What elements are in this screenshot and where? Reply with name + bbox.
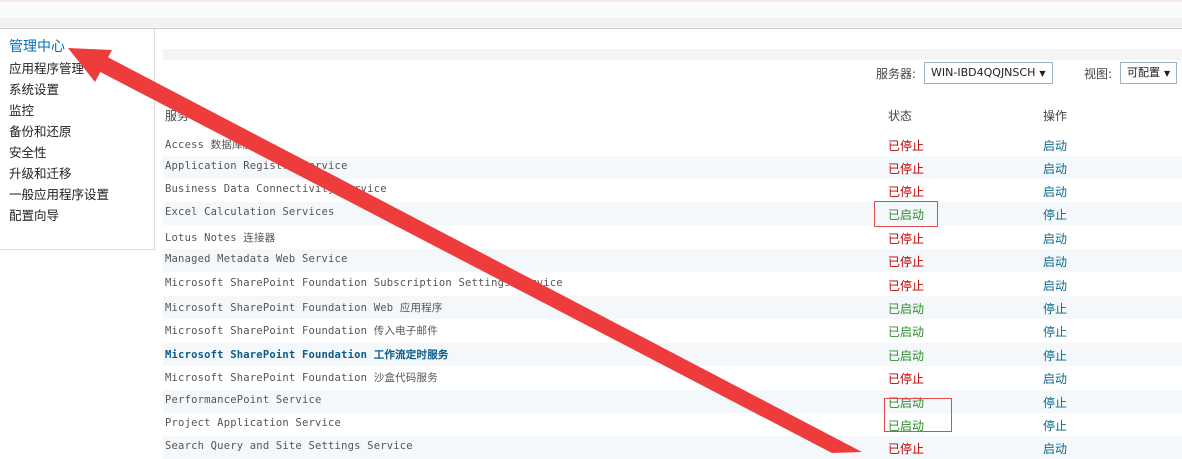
service-name: Microsoft SharePoint Foundation 沙盒代码服务 <box>165 372 438 384</box>
status-badge: 已启动 <box>888 325 925 339</box>
ribbon-band <box>0 18 1182 27</box>
status-badge: 已停止 <box>888 279 925 293</box>
top-bar <box>0 0 1182 29</box>
column-header-service: 服务 <box>165 109 190 123</box>
table-row: PerformancePoint Service 已启动 停止 <box>163 390 1182 413</box>
action-link[interactable]: 停止 <box>1043 323 1067 340</box>
top-accent-line <box>0 0 1182 2</box>
table-row: Managed Metadata Web Service 已停止 启动 <box>163 249 1182 272</box>
main-content: 服务器: WIN-IBD4QQJNSCH ▼ 视图: 可配置 ▼ 服务 状态 操作 … <box>155 29 1182 459</box>
nav-item-security[interactable]: 安全性 <box>9 142 109 163</box>
annotation-highlight-box <box>874 201 938 227</box>
action-link[interactable]: 启动 <box>1043 370 1067 387</box>
status-badge: 已停止 <box>888 255 925 269</box>
status-badge: 已停止 <box>888 139 925 153</box>
table-row: Lotus Notes 连接器 已停止 启动 <box>163 226 1182 249</box>
action-link[interactable]: 启动 <box>1043 277 1067 294</box>
service-name: Microsoft SharePoint Foundation 传入电子邮件 <box>165 325 438 337</box>
nav-item-upgrade-migration[interactable]: 升级和迁移 <box>9 163 109 184</box>
service-name: Search Query and Site Settings Service <box>165 440 413 452</box>
nav-item-application-management[interactable]: 应用程序管理 <box>9 58 109 79</box>
table-row: Microsoft SharePoint Foundation 沙盒代码服务 已… <box>163 366 1182 389</box>
action-link[interactable]: 启动 <box>1043 440 1067 457</box>
server-filter: 服务器: WIN-IBD4QQJNSCH ▼ <box>876 62 1053 84</box>
view-dropdown[interactable]: 可配置 ▼ <box>1120 62 1178 84</box>
status-badge: 已启动 <box>888 302 925 316</box>
view-filter: 视图: 可配置 ▼ <box>1084 62 1178 84</box>
service-name-link[interactable]: Microsoft SharePoint Foundation 工作流定时服务 <box>165 347 449 362</box>
service-name: Project Application Service <box>165 417 342 429</box>
action-link[interactable]: 停止 <box>1043 206 1067 223</box>
table-row: Search Query and Site Settings Service 已… <box>163 436 1182 459</box>
table-row: Excel Calculation Services 已启动 停止 <box>163 202 1182 225</box>
status-badge: 已停止 <box>888 162 925 176</box>
table-row: Application Registry Service 已停止 启动 <box>163 156 1182 179</box>
server-dropdown-value: WIN-IBD4QQJNSCH <box>931 66 1036 79</box>
action-link[interactable]: 启动 <box>1043 253 1067 270</box>
status-badge: 已停止 <box>888 185 925 199</box>
service-name: Access 数据库服务 <box>165 139 265 151</box>
table-row: Microsoft SharePoint Foundation 工作流定时服务 … <box>163 343 1182 366</box>
status-badge: 已停止 <box>888 372 925 386</box>
action-link[interactable]: 停止 <box>1043 347 1067 364</box>
chevron-down-icon: ▼ <box>1164 69 1171 78</box>
status-badge: 已启动 <box>888 349 925 363</box>
action-link[interactable]: 启动 <box>1043 137 1067 154</box>
service-name: Microsoft SharePoint Foundation Subscrip… <box>165 277 563 289</box>
table-row: Microsoft SharePoint Foundation Subscrip… <box>163 273 1182 296</box>
service-name: Business Data Connectivity Service <box>165 183 387 195</box>
nav-title-central-admin[interactable]: 管理中心 <box>9 36 65 56</box>
column-header-action: 操作 <box>1043 109 1068 123</box>
action-link[interactable]: 启动 <box>1043 160 1067 177</box>
action-link[interactable]: 启动 <box>1043 230 1067 247</box>
nav-item-system-settings[interactable]: 系统设置 <box>9 79 109 100</box>
table-row: Access 数据库服务 已停止 启动 <box>163 133 1182 156</box>
content-header-stripe <box>163 49 1182 60</box>
left-navigation: 管理中心 应用程序管理 系统设置 监控 备份和还原 安全性 升级和迁移 一般应用… <box>0 29 155 250</box>
column-header-status: 状态 <box>888 109 913 123</box>
nav-item-general-app-settings[interactable]: 一般应用程序设置 <box>9 184 109 205</box>
service-name: Application Registry Service <box>165 160 348 172</box>
action-link[interactable]: 启动 <box>1043 183 1067 200</box>
table-row: Business Data Connectivity Service 已停止 启… <box>163 179 1182 202</box>
service-name: Excel Calculation Services <box>165 206 335 218</box>
chevron-down-icon: ▼ <box>1039 69 1046 78</box>
view-label: 视图: <box>1084 66 1113 81</box>
nav-item-monitoring[interactable]: 监控 <box>9 100 109 121</box>
table-row: Project Application Service 已启动 停止 <box>163 413 1182 436</box>
service-name: Lotus Notes 连接器 <box>165 232 276 244</box>
nav-item-configuration-wizards[interactable]: 配置向导 <box>9 205 109 226</box>
annotation-highlight-box <box>884 398 952 432</box>
action-link[interactable]: 停止 <box>1043 300 1067 317</box>
status-badge: 已停止 <box>888 442 925 456</box>
status-badge: 已停止 <box>888 232 925 246</box>
nav-list: 应用程序管理 系统设置 监控 备份和还原 安全性 升级和迁移 一般应用程序设置 … <box>9 58 109 226</box>
server-dropdown[interactable]: WIN-IBD4QQJNSCH ▼ <box>924 62 1053 84</box>
server-label: 服务器: <box>876 66 917 81</box>
nav-item-backup-restore[interactable]: 备份和还原 <box>9 121 109 142</box>
action-link[interactable]: 停止 <box>1043 394 1067 411</box>
table-row: Microsoft SharePoint Foundation Web 应用程序… <box>163 296 1182 319</box>
service-name: Managed Metadata Web Service <box>165 253 348 265</box>
service-name: PerformancePoint Service <box>165 394 322 406</box>
action-link[interactable]: 停止 <box>1043 417 1067 434</box>
view-dropdown-value: 可配置 <box>1127 66 1161 79</box>
table-row: Microsoft SharePoint Foundation 传入电子邮件 已… <box>163 319 1182 342</box>
service-name: Microsoft SharePoint Foundation Web 应用程序 <box>165 302 443 314</box>
